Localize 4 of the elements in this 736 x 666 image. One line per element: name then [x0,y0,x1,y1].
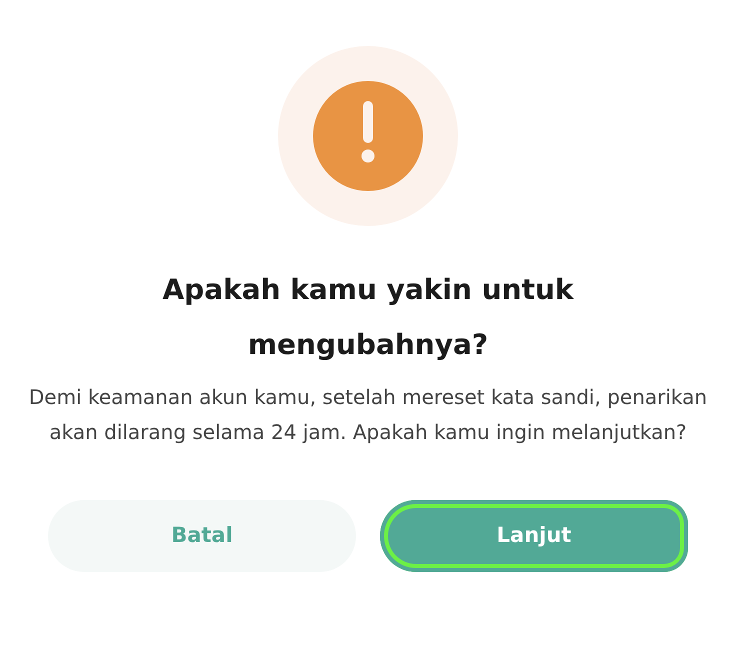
dialog-title: Apakah kamu yakin untuk mengubahnya? [161,272,575,363]
cancel-button[interactable]: Batal [48,500,356,572]
continue-button[interactable]: Lanjut [380,500,688,572]
dialog-message: Demi keamanan akun kamu, setelah mereset kata sandi, penarikan akan dilarang selama 24 jam. Apakah kamu ingin melanjutkan? [28,384,708,446]
